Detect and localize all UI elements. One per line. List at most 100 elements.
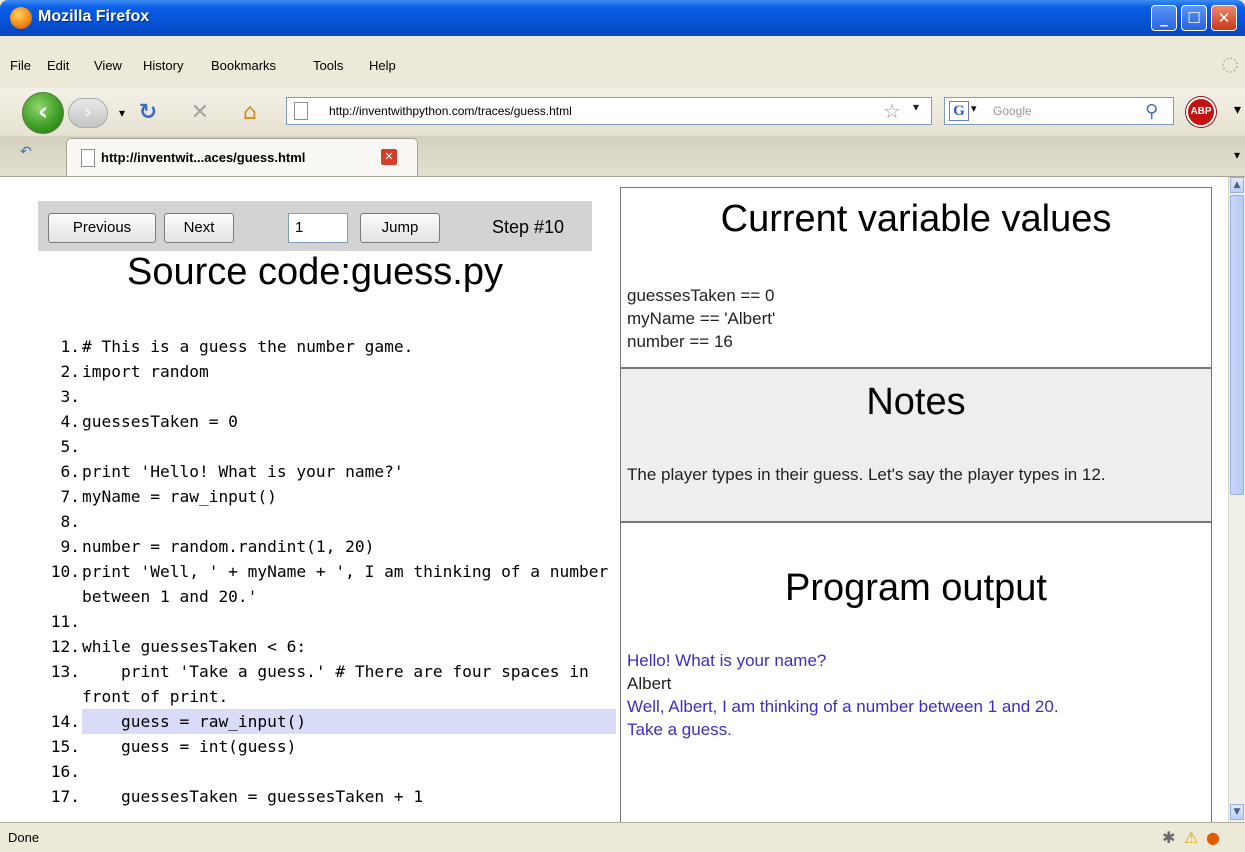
page-content: Previous Next 1 Jump Step #10 Source cod…	[0, 177, 1228, 822]
status-text: Done	[8, 830, 40, 845]
line-number: 13.	[50, 662, 80, 681]
output-line: Albert	[627, 674, 672, 693]
code-text: while guessesTaken < 6:	[82, 637, 307, 656]
output-lines: Hello! What is your name? Albert Well, Alb…	[627, 649, 1207, 741]
scroll-thumb[interactable]	[1230, 195, 1244, 495]
step-controls: Previous Next 1 Jump Step #10	[38, 201, 592, 251]
bookmark-star-icon[interactable]: ☆	[883, 99, 901, 123]
back-button[interactable]: ‹	[22, 92, 64, 134]
notes-title: Notes	[866, 381, 966, 423]
output-line: Take a guess.	[627, 720, 732, 739]
code-text: print 'Well, ' + myName + ', I am thinki…	[82, 562, 619, 606]
code-text: number = random.randint(1, 20)	[82, 537, 375, 556]
tab-page-icon	[81, 149, 95, 167]
variable-item: myName == 'Albert'	[627, 309, 776, 328]
minimize-icon: _	[1160, 9, 1168, 27]
tab-guess[interactable]: http://inventwit...aces/guess.html ✕	[66, 138, 418, 176]
search-box[interactable]: G ▾ Google ⚲	[944, 97, 1174, 125]
window-titlebar[interactable]: Mozilla Firefox _ ☐ ✕	[0, 0, 1245, 36]
code-text: guess = raw_input()	[82, 709, 616, 734]
url-text[interactable]: http://inventwithpython.com/traces/guess…	[329, 104, 572, 118]
scroll-down-icon[interactable]: ▼	[1230, 804, 1244, 820]
menu-history[interactable]: History	[143, 58, 183, 73]
line-number: 16.	[50, 762, 80, 781]
step-label: Step #10	[492, 217, 565, 237]
tab-label: http://inventwit...aces/guess.html	[101, 150, 306, 165]
activity-throbber-icon	[1222, 57, 1238, 73]
code-line: 3.	[26, 384, 616, 409]
line-number: 15.	[50, 737, 80, 756]
program-output-panel: Program output Hello! What is your name?…	[620, 522, 1212, 822]
code-text: guessesTaken = 0	[82, 412, 238, 431]
close-icon: ✕	[1217, 9, 1231, 27]
code-text: # This is a guess the number game.	[82, 337, 414, 356]
jump-button[interactable]: Jump	[360, 213, 440, 243]
search-magnifier-icon[interactable]: ⚲	[1145, 101, 1158, 122]
forward-button[interactable]: ›	[68, 98, 108, 128]
toolbar-overflow-icon[interactable]: ▾	[1234, 102, 1241, 118]
url-bar[interactable]: http://inventwithpython.com/traces/guess…	[286, 97, 932, 125]
menu-help[interactable]: Help	[369, 58, 396, 73]
line-number: 4.	[60, 412, 81, 431]
step-input[interactable]: 1	[288, 213, 348, 243]
adblock-button[interactable]: ABP	[1186, 97, 1216, 127]
status-addon-icon[interactable]: ✱	[1162, 828, 1175, 847]
history-dropdown-icon[interactable]: ▾	[108, 100, 136, 126]
code-line: 10. print 'Well, ' + myName + ', I am thi…	[26, 559, 616, 609]
code-line: 14. guess = raw_input()	[26, 709, 616, 734]
menu-file[interactable]: File	[10, 58, 31, 73]
minimize-button[interactable]: _	[1151, 5, 1177, 31]
menu-bar: File Edit View History Bookmarks Tools H…	[0, 36, 1245, 92]
code-line: 9. number = random.randint(1, 20)	[26, 534, 616, 559]
variables-panel: Current variable values guessesTaken == …	[620, 187, 1212, 368]
url-dropdown-icon[interactable]: ▾	[913, 100, 919, 114]
line-number: 9.	[60, 537, 81, 556]
menu-edit[interactable]: Edit	[47, 58, 69, 73]
code-line: 4. guessesTaken = 0	[26, 409, 616, 434]
line-number: 5.	[60, 437, 81, 456]
source-code-title: Source code:guess.py	[126, 251, 503, 293]
line-number: 12.	[50, 637, 80, 656]
page-icon	[294, 102, 308, 120]
source-code: 1. # This is a guess the number game. 2. im…	[26, 334, 616, 809]
forward-arrow-icon: ›	[84, 102, 92, 123]
menu-tools[interactable]: Tools	[313, 58, 343, 73]
stop-icon[interactable]: ✕	[186, 100, 214, 126]
search-input[interactable]: Google	[993, 104, 1032, 118]
vertical-scrollbar[interactable]: ▲ ▼	[1228, 177, 1245, 822]
line-number: 10.	[50, 562, 80, 581]
search-engine-dropdown-icon[interactable]: ▾	[971, 102, 977, 115]
search-engine-icon[interactable]: G	[949, 101, 969, 121]
scroll-up-icon[interactable]: ▲	[1230, 177, 1244, 193]
code-line: 17. guessesTaken = guessesTaken + 1	[26, 784, 616, 809]
notes-text: The player types in their guess. Let's s…	[627, 465, 1106, 484]
variable-item: guessesTaken == 0	[627, 286, 775, 305]
code-line: 1. # This is a guess the number game.	[26, 334, 616, 359]
reload-icon[interactable]: ↻	[134, 100, 162, 126]
line-number: 8.	[60, 512, 81, 531]
previous-button[interactable]: Previous	[48, 213, 156, 243]
all-tabs-dropdown-icon[interactable]: ▾	[1234, 148, 1240, 162]
menu-view[interactable]: View	[94, 58, 122, 73]
menu-bookmarks[interactable]: Bookmarks	[211, 58, 276, 73]
line-number: 11.	[50, 612, 80, 631]
line-number: 6.	[60, 462, 81, 481]
code-line: 11.	[26, 609, 616, 634]
error-icon[interactable]: ●	[1206, 828, 1220, 847]
code-line: 12. while guessesTaken < 6:	[26, 634, 616, 659]
line-number: 2.	[60, 362, 81, 381]
close-button[interactable]: ✕	[1211, 5, 1237, 31]
home-icon[interactable]: ⌂	[236, 100, 264, 126]
next-button[interactable]: Next	[164, 213, 234, 243]
output-line: Well, Albert, I am thinking of a number …	[627, 697, 1059, 716]
code-line: 2. import random	[26, 359, 616, 384]
warning-icon[interactable]: ⚠	[1184, 828, 1198, 847]
line-number: 1.	[60, 337, 81, 356]
status-bar: Done ✱ ⚠ ●	[0, 822, 1245, 852]
tab-scroll-icon[interactable]: ↶	[20, 144, 32, 160]
code-text: myName = raw_input()	[82, 487, 277, 506]
tab-close-icon[interactable]: ✕	[381, 149, 397, 165]
back-arrow-icon: ‹	[37, 97, 49, 127]
output-title: Program output	[785, 567, 1047, 609]
maximize-button[interactable]: ☐	[1181, 5, 1207, 31]
